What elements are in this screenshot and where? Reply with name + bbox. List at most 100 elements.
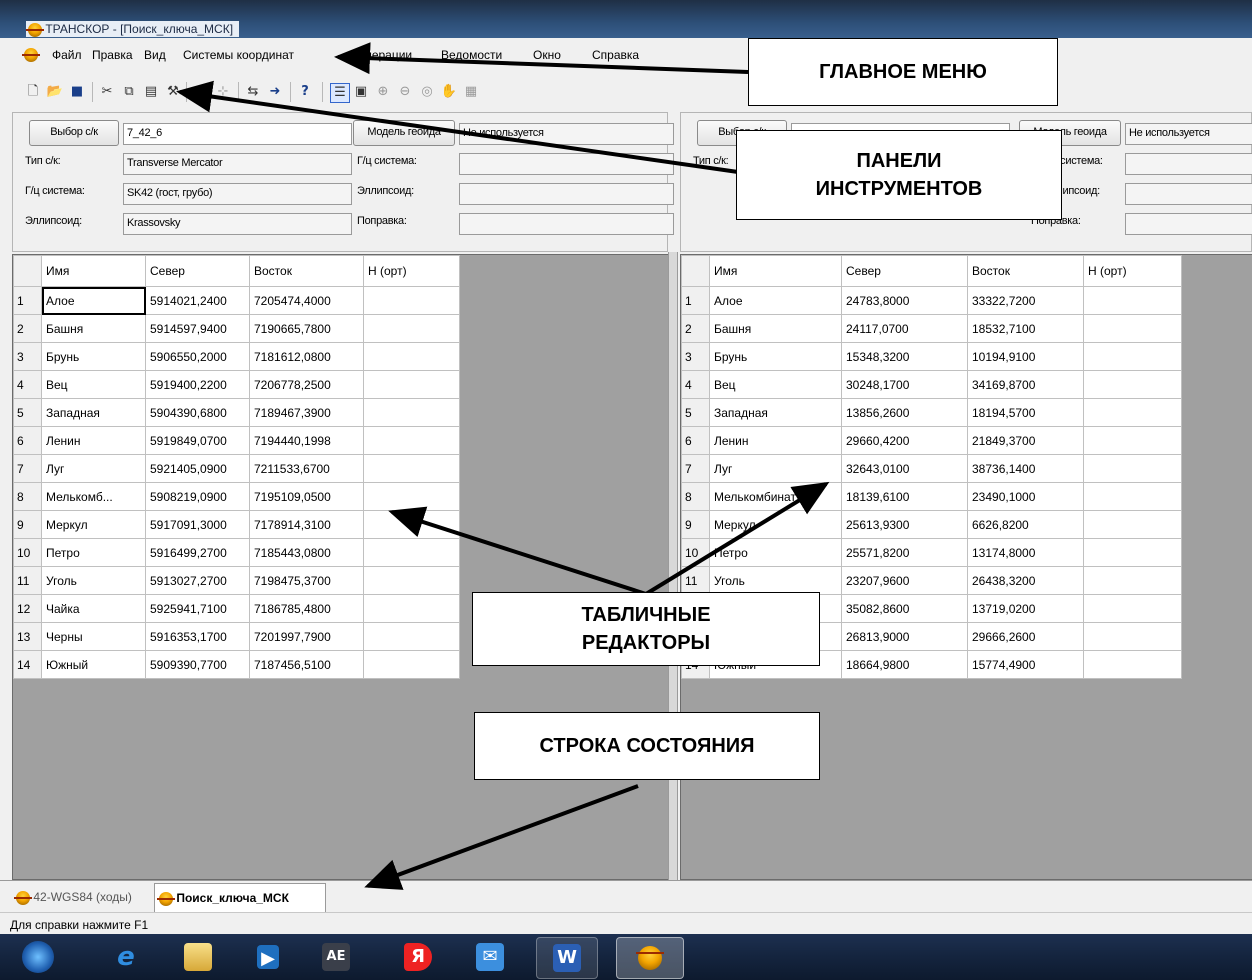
east-cell[interactable]: 7206778,2500 [249,370,364,399]
point-name-cell[interactable]: Брунь [709,342,842,371]
north-cell[interactable]: 5925941,7100 [145,594,250,623]
table-row[interactable]: 8 Мелькомб... 5908219,0900 7195109,0500 [13,482,460,511]
copy-icon[interactable]: ⧉ [120,83,138,101]
east-cell[interactable]: 34169,8700 [967,370,1084,399]
height-cell[interactable] [363,482,460,511]
north-cell[interactable]: 30248,1700 [841,370,968,399]
table-view-icon[interactable]: ☰ [330,83,350,103]
menu-reports[interactable]: Ведомости [441,48,502,62]
height-cell[interactable] [1083,426,1182,455]
new-file-icon[interactable]: 🗋 [24,83,42,101]
point-name-cell[interactable]: Ленин [41,426,146,455]
zoom-out-icon[interactable]: ⊖ [396,83,414,101]
east-cell[interactable]: 7181612,0800 [249,342,364,371]
east-cell[interactable]: 7190665,7800 [249,314,364,343]
height-cell[interactable] [1083,510,1182,539]
east-cell[interactable]: 18194,5700 [967,398,1084,427]
height-cell[interactable] [363,286,460,315]
north-cell[interactable]: 35082,8600 [841,594,968,623]
table-row[interactable]: 8 Мелькомбинат 18139,6100 23490,1000 [681,482,1182,511]
table-row[interactable]: 3 Брунь 5906550,2000 7181612,0800 [13,342,460,371]
north-cell[interactable]: 5909390,7700 [145,650,250,679]
height-cell[interactable] [1083,286,1182,315]
table-row[interactable]: 7 Луг 32643,0100 38736,1400 [681,454,1182,483]
east-cell[interactable]: 33322,7200 [967,286,1084,315]
point-name-cell[interactable]: Мелькомбинат [709,482,842,511]
east-cell[interactable]: 29666,2600 [967,622,1084,651]
height-cell[interactable] [363,510,460,539]
north-cell[interactable]: 32643,0100 [841,454,968,483]
north-cell[interactable]: 5919400,2200 [145,370,250,399]
menu-help[interactable]: Справка [592,48,639,62]
north-cell[interactable]: 5904390,6800 [145,398,250,427]
map-view-icon[interactable]: ▣ [352,83,370,101]
height-cell[interactable] [363,342,460,371]
menu-window[interactable]: Окно [533,48,561,62]
point-name-cell[interactable]: Башня [709,314,842,343]
menu-operations[interactable]: Операции [356,48,412,62]
left-header-name[interactable]: Имя [41,255,146,287]
point-name-cell[interactable]: Вец [709,370,842,399]
paste-icon[interactable]: ▤ [142,83,160,101]
north-cell[interactable]: 5916499,2700 [145,538,250,567]
height-cell[interactable] [1083,566,1182,595]
left-header-north[interactable]: Север [145,255,250,287]
height-cell[interactable] [363,398,460,427]
point-name-cell[interactable]: Уголь [709,566,842,595]
height-cell[interactable] [1083,650,1182,679]
direction-icon[interactable]: ➜ [266,83,284,101]
height-cell[interactable] [363,426,460,455]
panel-splitter[interactable] [668,252,678,880]
start-button[interactable] [8,937,68,977]
height-cell[interactable] [363,566,460,595]
north-cell[interactable]: 18664,9800 [841,650,968,679]
point-name-cell[interactable]: Южный [41,650,146,679]
table-row[interactable]: 11 Уголь 23207,9600 26438,3200 [681,566,1182,595]
north-cell[interactable]: 15348,3200 [841,342,968,371]
point-name-cell[interactable]: Мелькомб... [41,482,146,511]
point-name-cell[interactable]: Вец [41,370,146,399]
taskbar-yandex[interactable]: Я [388,937,448,977]
table-row[interactable]: 7 Луг 5921405,0900 7211533,6700 [13,454,460,483]
table-row[interactable]: 14 Южный 5909390,7700 7187456,5100 [13,650,460,679]
table-row[interactable]: 11 Уголь 5913027,2700 7198475,3700 [13,566,460,595]
taskbar-ie[interactable]: e [96,937,156,977]
north-cell[interactable]: 24117,0700 [841,314,968,343]
taskbar-transkor[interactable] [616,937,684,979]
north-cell[interactable]: 5908219,0900 [145,482,250,511]
point-name-cell[interactable]: Петро [41,538,146,567]
taskbar-explorer[interactable] [168,937,228,977]
table-row[interactable]: 4 Вец 30248,1700 34169,8700 [681,370,1182,399]
point-name-cell[interactable]: Ленин [709,426,842,455]
height-cell[interactable] [363,622,460,651]
east-cell[interactable]: 21849,3700 [967,426,1084,455]
height-cell[interactable] [1083,370,1182,399]
app-menu-icon[interactable] [22,48,40,62]
east-cell[interactable]: 15774,4900 [967,650,1084,679]
table-row[interactable]: 12 Чайка 5925941,7100 7186785,4800 [13,594,460,623]
north-cell[interactable]: 24783,8000 [841,286,968,315]
left-select-cs-button[interactable]: Выбор с/к [29,120,119,146]
table-row[interactable]: 6 Ленин 5919849,0700 7194440,1998 [13,426,460,455]
table-row[interactable]: 4 Вец 5919400,2200 7206778,2500 [13,370,460,399]
right-header-height[interactable]: Н (орт) [1083,255,1182,287]
table-row[interactable]: 5 Западная 13856,2600 18194,5700 [681,398,1182,427]
north-cell[interactable]: 25571,8200 [841,538,968,567]
north-cell[interactable]: 25613,9300 [841,510,968,539]
height-cell[interactable] [1083,342,1182,371]
menu-view[interactable]: Вид [144,48,166,62]
north-cell[interactable]: 13856,2600 [841,398,968,427]
north-cell[interactable]: 26813,9000 [841,622,968,651]
height-cell[interactable] [363,538,460,567]
menu-edit[interactable]: Правка [92,48,133,62]
table-row[interactable]: 2 Башня 24117,0700 18532,7100 [681,314,1182,343]
left-cs-name-field[interactable]: 7_42_6 [123,123,352,145]
east-cell[interactable]: 23490,1000 [967,482,1084,511]
east-cell[interactable]: 10194,9100 [967,342,1084,371]
east-cell[interactable]: 7187456,5100 [249,650,364,679]
points-icon[interactable]: ⊹ [214,83,232,101]
point-name-cell[interactable]: Меркул [709,510,842,539]
swap-icon[interactable]: ⇆ [244,83,262,101]
table-row[interactable]: 10 Петро 5916499,2700 7185443,0800 [13,538,460,567]
tools-icon[interactable]: ⚒ [164,83,182,101]
